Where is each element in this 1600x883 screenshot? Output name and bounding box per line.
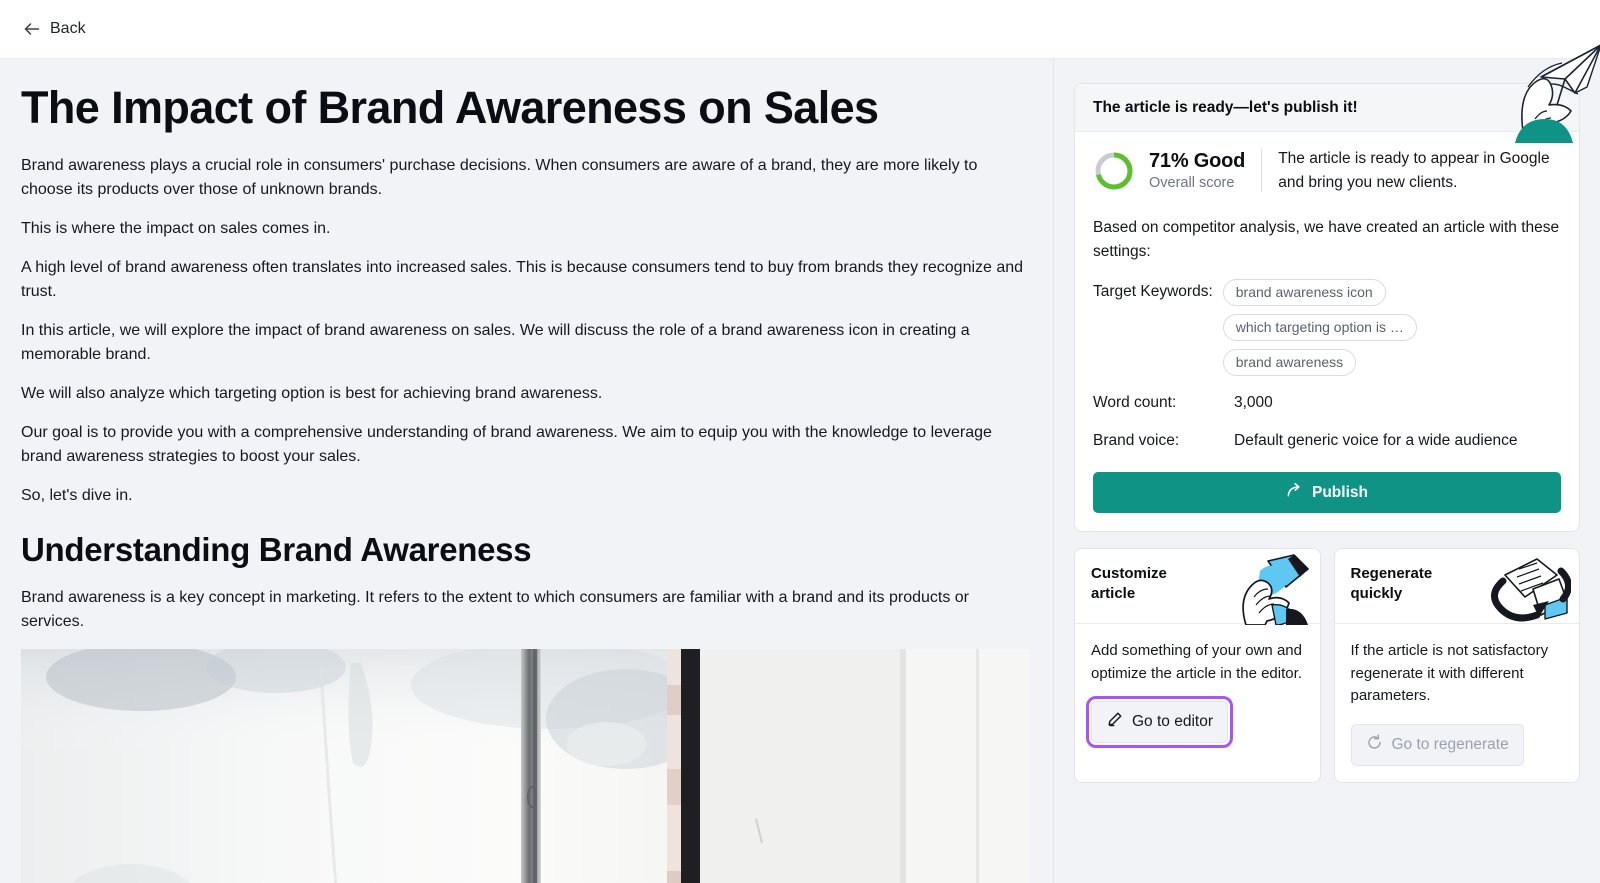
customize-card-description: Add something of your own and optimize t…	[1091, 642, 1302, 682]
article-paragraph: So, let's dive in.	[21, 487, 133, 505]
regenerate-card-header: Regenerate quickly	[1334, 549, 1579, 625]
action-cards-row: Customize article Add something of your …	[1074, 548, 1580, 783]
customize-card-header: Customize article	[1075, 549, 1320, 627]
publish-button-label: Publish	[1312, 483, 1368, 501]
score-text-block: 71% Good Overall score	[1149, 149, 1246, 191]
publish-card: The article is ready—let's publish it! 7…	[1074, 44, 1600, 533]
overall-score-row: 71% Good Overall score The article is re…	[1093, 147, 1561, 194]
publish-card-body: 71% Good Overall score The article is re…	[1075, 132, 1579, 531]
top-bar: Back	[0, 0, 1600, 59]
customize-card-body: Add something of your own and optimize t…	[1075, 624, 1320, 759]
keyword-tag[interactable]: which targeting option is …	[1222, 313, 1417, 341]
word-count-label: Word count:	[1093, 393, 1177, 411]
go-to-editor-label: Go to editor	[1132, 713, 1213, 731]
back-button-label: Back	[50, 20, 86, 37]
go-to-editor-button[interactable]: Go to editor	[1086, 696, 1233, 749]
customize-article-card: Customize article Add something of your …	[1074, 548, 1321, 783]
word-count-row: Word count: 3,000	[1093, 391, 1561, 414]
article-paragraph: We will also analyze which targeting opt…	[21, 385, 603, 403]
regenerate-card-title: Regenerate quickly	[1350, 565, 1433, 603]
hand-holding-pencil-icon	[1216, 553, 1312, 627]
target-keywords-row: Target Keywords: brand awareness icon wh…	[1093, 278, 1561, 376]
app-root: Back The Impact of Brand Awareness on Sa…	[0, 0, 1600, 883]
target-keywords-list: brand awareness icon which targeting opt…	[1222, 278, 1417, 376]
article-paragraph: Our goal is to provide you with a compre…	[21, 424, 992, 466]
score-label: Overall score	[1149, 174, 1235, 191]
main-body: The Impact of Brand Awareness on Sales B…	[0, 44, 1600, 883]
article-title: The Impact of Brand Awareness on Sales	[21, 82, 879, 133]
word-count-value: 3,000	[1234, 393, 1273, 411]
score-value: 71% Good	[1149, 149, 1246, 172]
score-ring-icon	[1093, 150, 1135, 192]
share-arrow-icon	[1286, 482, 1303, 504]
settings-lead-text: Based on competitor analysis, we have cr…	[1093, 219, 1560, 260]
article-subheading: Understanding Brand Awareness	[21, 531, 532, 569]
customize-card-title: Customize article	[1091, 565, 1167, 603]
regenerate-card-body: If the article is not satisfactory regen…	[1335, 624, 1580, 782]
brand-voice-row: Brand voice: Default generic voice for a…	[1093, 429, 1561, 452]
regenerate-card-description: If the article is not satisfactory regen…	[1350, 642, 1549, 705]
refresh-icon	[1366, 734, 1383, 756]
go-to-regenerate-label: Go to regenerate	[1391, 735, 1509, 753]
keyword-tag[interactable]: brand awareness	[1222, 348, 1357, 376]
article-paragraph: Brand awareness plays a crucial role in …	[21, 157, 978, 199]
publish-card-header-title: The article is ready—let's publish it!	[1093, 99, 1358, 116]
keyword-tag[interactable]: brand awareness icon	[1222, 278, 1386, 306]
article-paragraph: This is where the impact on sales comes …	[21, 220, 331, 238]
score-description: The article is ready to appear in Google…	[1278, 150, 1550, 191]
back-button[interactable]: Back	[21, 16, 88, 42]
publish-button[interactable]: Publish	[1093, 472, 1561, 514]
pencil-icon	[1106, 711, 1123, 733]
article-image	[21, 648, 1029, 883]
article-paragraph: In this article, we will explore the imp…	[21, 322, 970, 364]
article-preview: The Impact of Brand Awareness on Sales B…	[0, 59, 1053, 883]
go-to-regenerate-button[interactable]: Go to regenerate	[1350, 723, 1524, 766]
article-paragraph: Brand awareness is a key concept in mark…	[21, 588, 970, 630]
brand-voice-value: Default generic voice for a wide audienc…	[1234, 432, 1518, 450]
publish-card-header: The article is ready—let's publish it!	[1075, 84, 1579, 132]
article-paragraph: A high level of brand awareness often tr…	[21, 259, 1024, 301]
arrow-left-icon	[23, 20, 41, 38]
score-divider	[1261, 149, 1263, 193]
brand-voice-label: Brand voice:	[1093, 432, 1180, 450]
right-panel: The article is ready—let's publish it! 7…	[1053, 44, 1600, 883]
target-keywords-label: Target Keywords:	[1093, 282, 1213, 300]
regenerate-quickly-card: Regenerate quickly If the article is not…	[1333, 548, 1580, 783]
documents-refresh-icon	[1475, 553, 1572, 625]
